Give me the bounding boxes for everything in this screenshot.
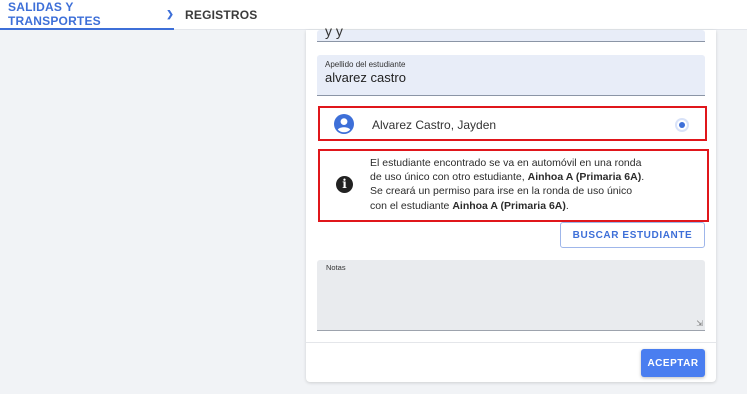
apellido-field[interactable]: Apellido del estudiante alvarez castro: [317, 55, 705, 96]
notes-label: Notas: [326, 263, 346, 272]
buscar-estudiante-button[interactable]: BUSCAR ESTUDIANTE: [560, 222, 705, 248]
info-line-3: Se creará un permiso para irse en la ron…: [370, 185, 633, 198]
apellido-value: alvarez castro: [325, 70, 406, 85]
carpool-info-box: i El estudiante encontrado se va en auto…: [318, 149, 709, 222]
tab-salidas-label: SALIDAS Y TRANSPORTES: [8, 0, 101, 28]
info-line-2-pre: de uso único con otro estudiante,: [370, 171, 528, 184]
chevron-down-icon: ❯: [166, 8, 174, 19]
info-line-4-student: Ainhoa A (Primaria 6A): [452, 199, 566, 212]
footer-divider: [306, 342, 716, 343]
student-result-option[interactable]: Alvarez Castro, Jayden: [318, 106, 707, 141]
student-result-name: Alvarez Castro, Jayden: [372, 118, 497, 132]
tab-registros-label: REGISTROS: [185, 8, 258, 22]
tab-registros[interactable]: REGISTROS: [185, 0, 257, 30]
notes-textarea[interactable]: [317, 274, 705, 330]
first-name-field[interactable]: y y: [317, 23, 705, 42]
info-line-4-pre: con el estudiante: [370, 199, 453, 212]
person-circle-icon: [334, 114, 354, 134]
student-select-radio[interactable]: [675, 118, 689, 132]
tab-salidas-y-transportes[interactable]: SALIDAS Y TRANSPORTES ❯: [0, 0, 174, 30]
info-line-1: El estudiante encontrado se va en automó…: [370, 157, 642, 169]
carpool-info-text: El estudiante encontrado se va en automó…: [370, 156, 700, 213]
info-circle-icon: i: [336, 176, 353, 193]
info-line-2-student: Ainhoa A (Primaria 6A): [527, 171, 642, 184]
first-name-value-partial: y y: [325, 23, 343, 39]
top-nav-bar: SALIDAS Y TRANSPORTES ❯ REGISTROS: [0, 0, 747, 30]
aceptar-button[interactable]: ACEPTAR: [641, 349, 705, 377]
form-card: y y Apellido del estudiante alvarez cast…: [306, 23, 716, 382]
apellido-label: Apellido del estudiante: [325, 60, 406, 69]
resize-grip-icon[interactable]: ⇲: [696, 319, 703, 328]
info-line-2-post: .: [641, 171, 645, 184]
notes-field[interactable]: Notas ⇲: [317, 260, 705, 331]
info-line-4-post: .: [565, 199, 569, 212]
